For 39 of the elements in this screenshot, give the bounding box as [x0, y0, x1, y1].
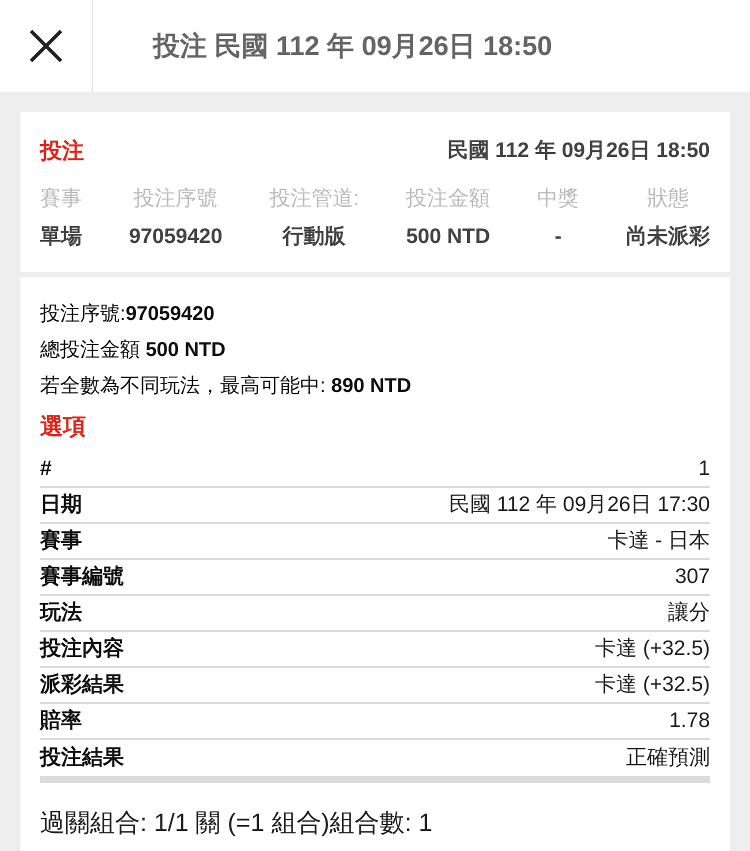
row-label: 賠率	[40, 708, 82, 734]
row-value: 1.78	[669, 708, 710, 734]
column-heading: 投注序號	[134, 186, 218, 212]
row-value: 民國 112 年 09月26日 17:30	[448, 492, 710, 518]
row-label: 日期	[40, 492, 82, 518]
column-value: 單場	[40, 224, 82, 250]
row-label: 賽事	[40, 528, 82, 554]
column-heading: 投注金額	[406, 186, 490, 212]
bet-label: 投注	[40, 137, 84, 165]
info-line: 若全數為不同玩法，最高可能中: 890 NTD	[40, 374, 412, 399]
header-title: 投注 民國 112 年 09月26日 18:50	[151, 30, 552, 63]
column-heading: 賽事	[40, 186, 82, 212]
column-value: 97059420	[128, 224, 222, 250]
column-heading: 中獎	[537, 186, 580, 212]
row-label: 投注結果	[40, 744, 124, 771]
row-value: 1	[698, 456, 710, 482]
row-value: 卡達 (+32.5)	[595, 672, 710, 698]
column-value: 行動版	[282, 224, 346, 250]
row-value: 讓分	[668, 600, 710, 626]
bet-datetime: 民國 112 年 09月26日 18:50	[447, 138, 710, 164]
row-label: #	[40, 456, 52, 482]
info-line: 投注序號:97059420	[40, 302, 216, 327]
row-value: 卡達 (+32.5)	[595, 636, 710, 662]
column-heading: 狀態	[647, 186, 689, 212]
info-line: 總投注金額 500 NTD	[40, 338, 227, 363]
row-label: 投注內容	[40, 636, 124, 662]
close-icon	[29, 29, 63, 63]
column-value: 500 NTD	[406, 224, 490, 250]
row-label: 賽事編號	[40, 564, 124, 590]
row-value: 307	[674, 564, 710, 590]
section-title: 選項	[40, 412, 87, 441]
column-value: 尚未派彩	[626, 224, 710, 250]
parlay-summary: 過關組合: 1/1 關 (=1 組合)組合數: 1	[40, 808, 434, 838]
row-label: 玩法	[40, 600, 82, 626]
row-value: 正確預測	[626, 744, 710, 771]
row-label: 派彩結果	[40, 672, 124, 698]
row-value: 卡達 - 日本	[607, 528, 710, 554]
column-heading: 投注管道:	[269, 186, 360, 212]
column-value: -	[554, 224, 562, 250]
